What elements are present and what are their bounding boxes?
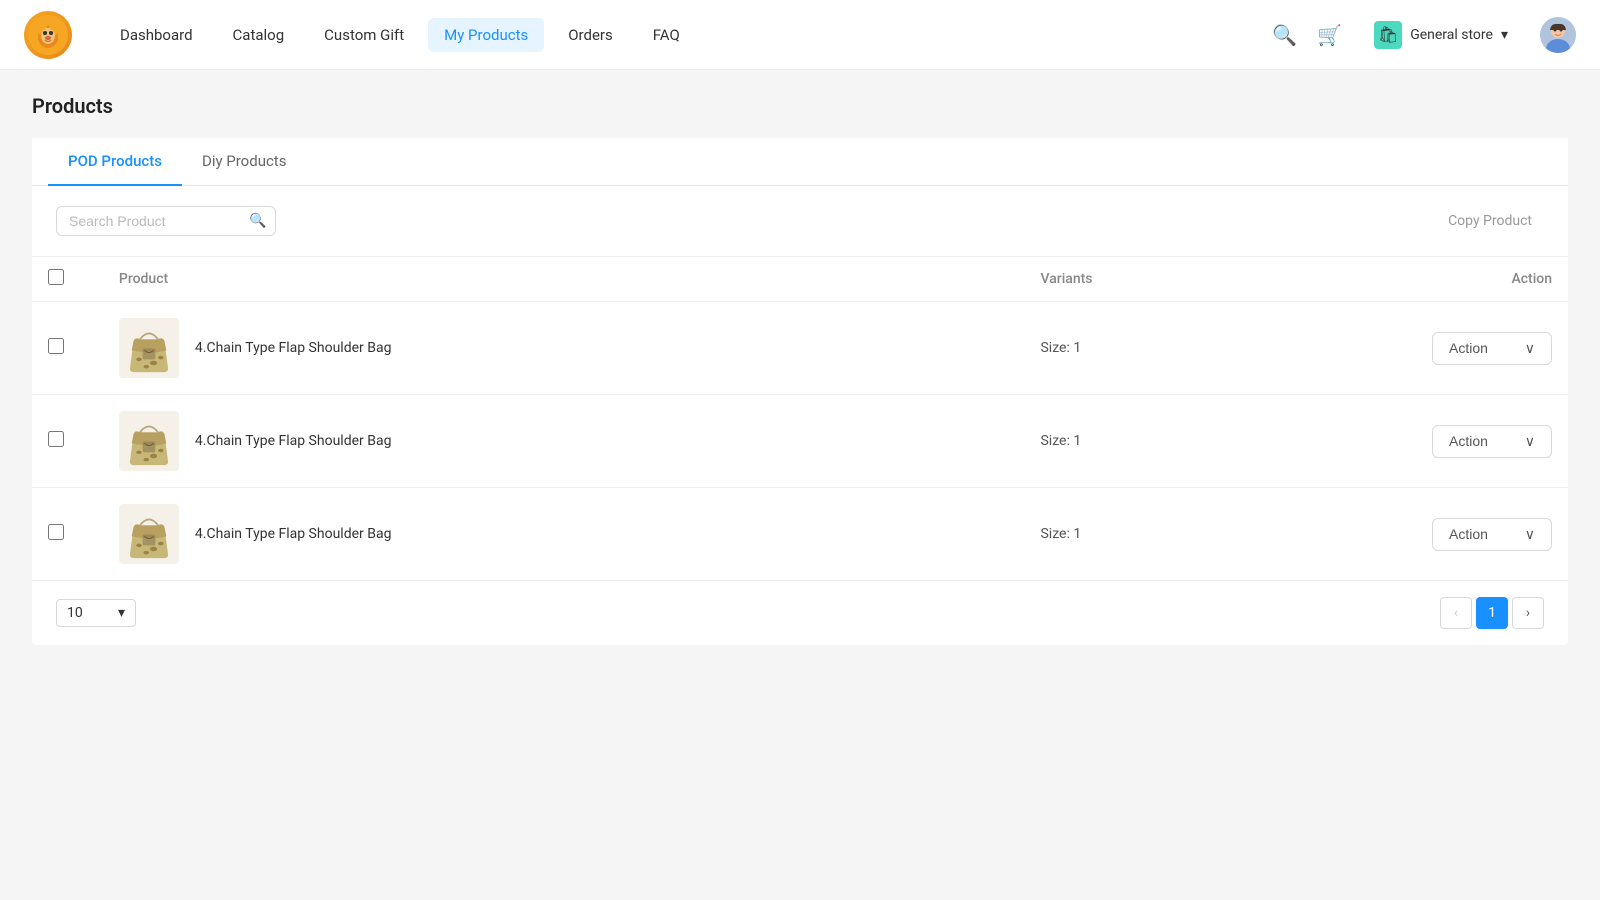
store-name: General store bbox=[1410, 27, 1493, 43]
nav-my-products[interactable]: My Products bbox=[428, 18, 544, 52]
product-cell: 4.Chain Type Flap Shoulder Bag bbox=[119, 504, 1009, 564]
row-action-cell: Action ∨ bbox=[1332, 302, 1568, 395]
main-nav: Dashboard Catalog Custom Gift My Product… bbox=[104, 18, 1272, 52]
copy-product-button[interactable]: Copy Product bbox=[1436, 207, 1544, 235]
toolbar: 🔍 Copy Product bbox=[32, 186, 1568, 256]
tab-pod-products[interactable]: POD Products bbox=[48, 138, 182, 186]
variants-value: Size: 1 bbox=[1040, 340, 1081, 356]
product-name: 4.Chain Type Flap Shoulder Bag bbox=[195, 526, 392, 542]
store-icon: 🛍 bbox=[1374, 21, 1402, 49]
nav-custom-gift[interactable]: Custom Gift bbox=[308, 18, 420, 52]
row-checkbox-cell bbox=[32, 395, 103, 488]
page-1-button[interactable]: 1 bbox=[1476, 597, 1508, 629]
col-action: Action bbox=[1332, 257, 1568, 302]
select-all-checkbox[interactable] bbox=[48, 269, 64, 285]
table-row: 4.Chain Type Flap Shoulder Bag Size: 1 A… bbox=[32, 488, 1568, 581]
action-chevron-icon: ∨ bbox=[1525, 340, 1535, 357]
page-size-chevron-icon: ▾ bbox=[118, 605, 125, 621]
nav-faq[interactable]: FAQ bbox=[637, 18, 696, 52]
search-submit-icon[interactable]: 🔍 bbox=[249, 213, 266, 229]
avatar[interactable] bbox=[1540, 17, 1576, 53]
row-checkbox-cell bbox=[32, 302, 103, 395]
store-selector[interactable]: 🛍 General store ▾ bbox=[1362, 15, 1520, 55]
tab-diy-products[interactable]: Diy Products bbox=[182, 138, 307, 186]
prev-page-button[interactable]: ‹ bbox=[1440, 597, 1472, 629]
nav-orders[interactable]: Orders bbox=[552, 18, 629, 52]
col-product: Product bbox=[103, 257, 1025, 302]
product-cell: 4.Chain Type Flap Shoulder Bag bbox=[119, 318, 1009, 378]
variants-value: Size: 1 bbox=[1040, 433, 1081, 449]
variants-value: Size: 1 bbox=[1040, 526, 1081, 542]
action-chevron-icon: ∨ bbox=[1525, 526, 1535, 543]
row-variants-cell: Size: 1 bbox=[1024, 302, 1331, 395]
row-action-cell: Action ∨ bbox=[1332, 395, 1568, 488]
pagination-buttons: ‹ 1 › bbox=[1440, 597, 1544, 629]
table-row: 4.Chain Type Flap Shoulder Bag Size: 1 A… bbox=[32, 395, 1568, 488]
next-page-button[interactable]: › bbox=[1512, 597, 1544, 629]
col-variants: Variants bbox=[1024, 257, 1331, 302]
row-product-cell: 4.Chain Type Flap Shoulder Bag bbox=[103, 488, 1025, 581]
store-dropdown-icon: ▾ bbox=[1501, 27, 1508, 43]
cart-icon[interactable]: 🛒 bbox=[1317, 23, 1342, 47]
product-image bbox=[119, 318, 179, 378]
row-action-cell: Action ∨ bbox=[1332, 488, 1568, 581]
products-container: POD Products Diy Products 🔍 Copy Product… bbox=[32, 138, 1568, 645]
action-dropdown-button[interactable]: Action ∨ bbox=[1432, 518, 1552, 551]
row-checkbox[interactable] bbox=[48, 338, 64, 354]
page-size-selector[interactable]: 10 ▾ bbox=[56, 599, 136, 627]
tabs: POD Products Diy Products bbox=[32, 138, 1568, 186]
action-label: Action bbox=[1449, 433, 1488, 449]
row-product-cell: 4.Chain Type Flap Shoulder Bag bbox=[103, 395, 1025, 488]
search-input[interactable] bbox=[69, 213, 249, 229]
main-content: Products POD Products Diy Products 🔍 Cop… bbox=[0, 70, 1600, 900]
product-image bbox=[119, 411, 179, 471]
table-header-row: Product Variants Action bbox=[32, 257, 1568, 302]
action-label: Action bbox=[1449, 340, 1488, 356]
col-checkbox bbox=[32, 257, 103, 302]
row-product-cell: 4.Chain Type Flap Shoulder Bag bbox=[103, 302, 1025, 395]
row-checkbox-cell bbox=[32, 488, 103, 581]
header-right: 🔍 🛒 🛍 General store ▾ bbox=[1272, 15, 1576, 55]
action-chevron-icon: ∨ bbox=[1525, 433, 1535, 450]
product-cell: 4.Chain Type Flap Shoulder Bag bbox=[119, 411, 1009, 471]
row-checkbox[interactable] bbox=[48, 431, 64, 447]
action-dropdown-button[interactable]: Action ∨ bbox=[1432, 425, 1552, 458]
product-name: 4.Chain Type Flap Shoulder Bag bbox=[195, 433, 392, 449]
search-box[interactable]: 🔍 bbox=[56, 206, 276, 236]
action-dropdown-button[interactable]: Action ∨ bbox=[1432, 332, 1552, 365]
page-title: Products bbox=[32, 94, 1568, 118]
logo[interactable] bbox=[24, 11, 72, 59]
page-size-value: 10 bbox=[67, 605, 83, 621]
table-row: 4.Chain Type Flap Shoulder Bag Size: 1 A… bbox=[32, 302, 1568, 395]
nav-dashboard[interactable]: Dashboard bbox=[104, 18, 209, 52]
pagination: 10 ▾ ‹ 1 › bbox=[32, 580, 1568, 645]
row-variants-cell: Size: 1 bbox=[1024, 488, 1331, 581]
header: Dashboard Catalog Custom Gift My Product… bbox=[0, 0, 1600, 70]
row-variants-cell: Size: 1 bbox=[1024, 395, 1331, 488]
search-icon[interactable]: 🔍 bbox=[1272, 23, 1297, 47]
product-name: 4.Chain Type Flap Shoulder Bag bbox=[195, 340, 392, 356]
products-table: Product Variants Action 4.Chain Type Fla… bbox=[32, 256, 1568, 580]
logo-icon bbox=[24, 11, 72, 59]
nav-catalog[interactable]: Catalog bbox=[217, 18, 301, 52]
row-checkbox[interactable] bbox=[48, 524, 64, 540]
action-label: Action bbox=[1449, 526, 1488, 542]
product-image bbox=[119, 504, 179, 564]
